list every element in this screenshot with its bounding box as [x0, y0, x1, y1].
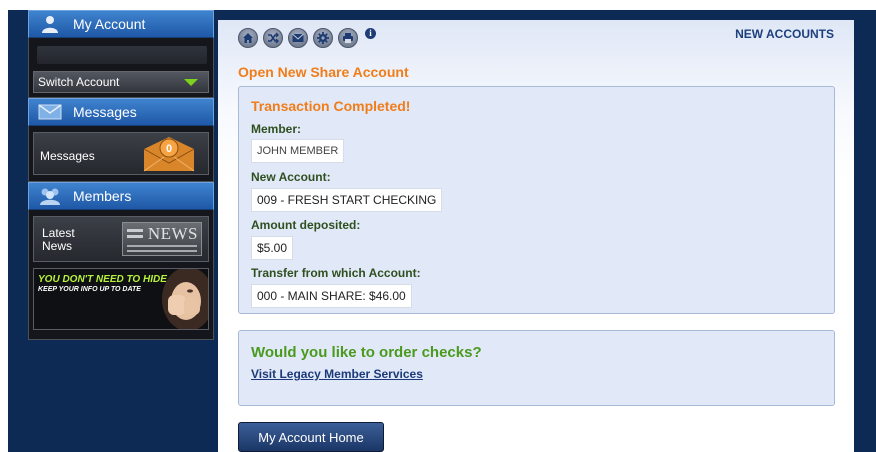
update-info-banner[interactable]: YOU DON'T NEED TO HIDE KEEP YOUR INFO UP…	[33, 268, 209, 330]
messages-panel: Messages 0	[28, 126, 214, 182]
account-name-redacted	[37, 46, 207, 64]
switch-account-dropdown[interactable]: Switch Account	[33, 71, 209, 93]
transfer-icon[interactable]	[263, 28, 283, 48]
info-icon[interactable]: i	[365, 27, 376, 39]
members-icon	[37, 186, 63, 206]
messages-header-label: Messages	[73, 104, 137, 120]
member-value: JOHN MEMBER	[251, 139, 345, 163]
members-header-label: Members	[73, 188, 132, 204]
chevron-down-icon	[184, 79, 198, 86]
envelope-icon	[37, 102, 63, 122]
new-accounts-link[interactable]: NEW ACCOUNTS	[735, 27, 834, 41]
transaction-status-title: Transaction Completed!	[251, 98, 411, 114]
newspaper-icon: NEWS	[122, 222, 202, 256]
user-icon	[37, 14, 63, 34]
hiding-woman-image	[162, 269, 208, 329]
switch-account-label: Switch Account	[38, 75, 120, 89]
latest-news-tile[interactable]: Latest News NEWS	[33, 216, 209, 262]
my-account-label: My Account	[73, 16, 146, 32]
order-checks-question: Would you like to order checks?	[251, 344, 482, 361]
promo-headline: YOU DON'T NEED TO HIDE	[38, 274, 167, 285]
members-panel: Latest News NEWS YOU DON'T NEED TO HIDE …	[28, 210, 214, 340]
amount-deposited-label: Amount deposited:	[251, 218, 361, 232]
main-content: i NEW ACCOUNTS Open New Share Account Tr…	[218, 20, 854, 452]
member-label: Member:	[251, 122, 302, 136]
new-account-label: New Account:	[251, 170, 331, 184]
latest-news-label: Latest News	[42, 226, 75, 253]
transfer-from-value: 000 - MAIN SHARE: $46.00	[251, 284, 412, 308]
transfer-from-label: Transfer from which Account:	[251, 266, 421, 280]
messages-tile[interactable]: Messages 0	[33, 132, 209, 175]
new-account-value: 009 - FRESH START CHECKING	[251, 188, 443, 212]
mail-icon[interactable]	[288, 28, 308, 48]
home-icon[interactable]	[238, 28, 258, 48]
message-count: 0	[166, 143, 172, 155]
member-services-link[interactable]: Visit Legacy Member Services	[251, 367, 423, 381]
page-title: Open New Share Account	[238, 64, 409, 80]
message-count-envelope-icon: 0	[143, 137, 195, 172]
amount-deposited-value: $5.00	[251, 236, 294, 260]
settings-icon[interactable]	[313, 28, 333, 48]
toolbar: i	[238, 27, 376, 48]
my-account-header[interactable]: My Account	[28, 10, 214, 38]
messages-header[interactable]: Messages	[28, 98, 214, 126]
members-header[interactable]: Members	[28, 182, 214, 210]
sidebar: My Account Switch Account Messages Messa…	[28, 10, 214, 340]
order-checks-card: Would you like to order checks? Visit Le…	[238, 330, 835, 406]
promo-subline: KEEP YOUR INFO UP TO DATE	[38, 286, 141, 293]
messages-tile-label: Messages	[40, 149, 95, 163]
my-account-home-button[interactable]: My Account Home	[238, 422, 384, 452]
print-icon[interactable]	[338, 28, 358, 48]
transaction-summary-card: Transaction Completed! Member: JOHN MEMB…	[238, 86, 835, 314]
account-panel: Switch Account	[28, 38, 214, 98]
news-graphic-text: NEWS	[147, 224, 198, 243]
